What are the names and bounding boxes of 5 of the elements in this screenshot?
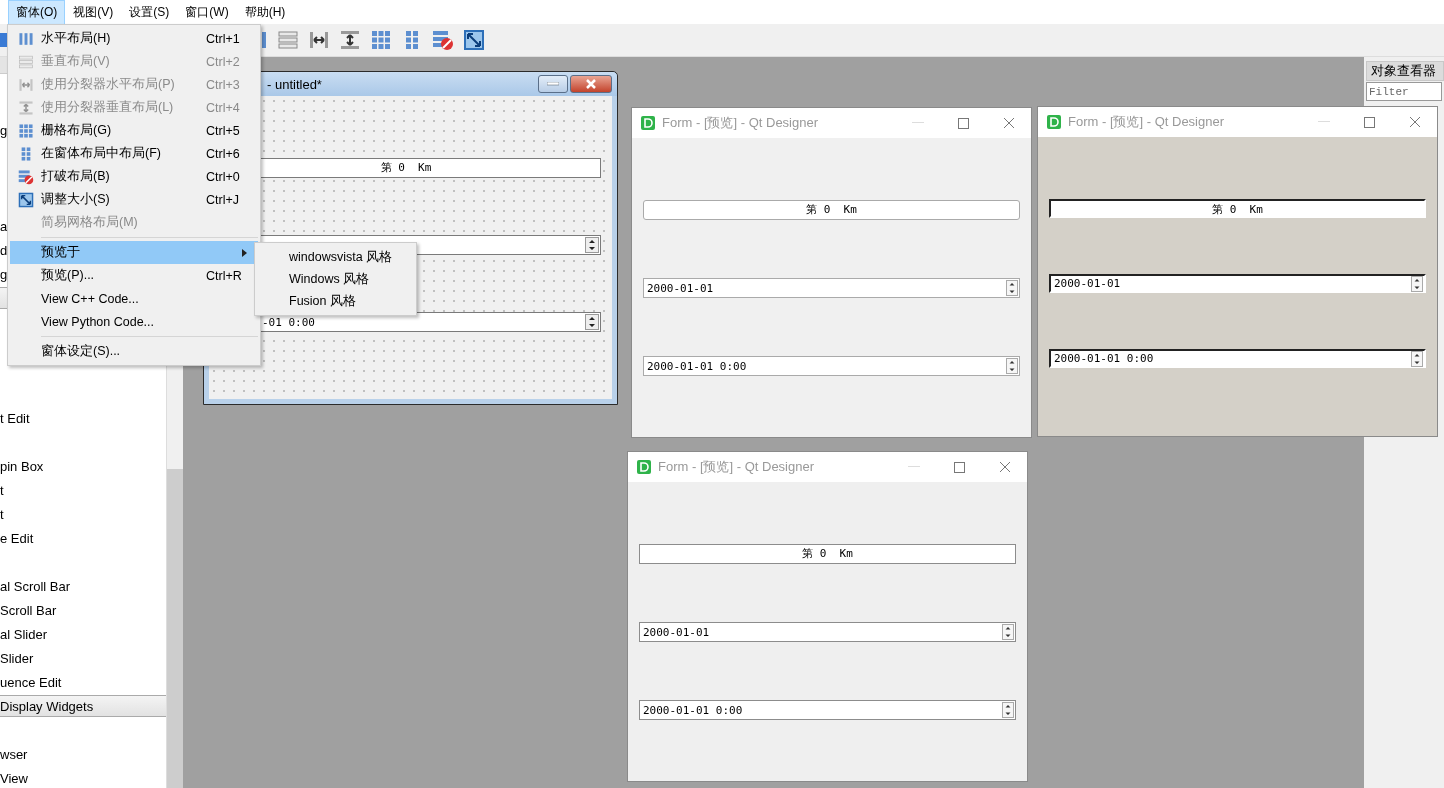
window-title: Form - [预览] - Qt Designer: [662, 114, 819, 132]
panel-title: 对象查看器: [1366, 61, 1444, 81]
window-title: - untitled*: [267, 76, 322, 92]
window-title: Form - [预览] - Qt Designer: [1068, 113, 1225, 131]
window-title: Form - [预览] - Qt Designer: [658, 458, 815, 476]
